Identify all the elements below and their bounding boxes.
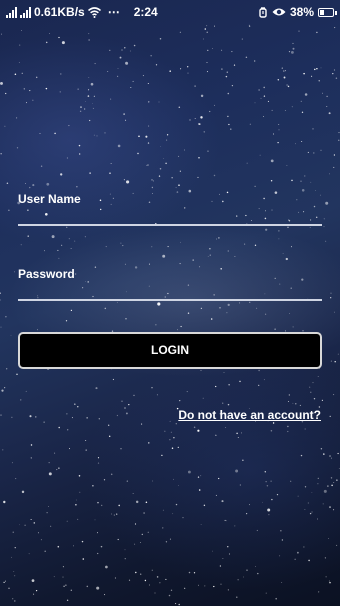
- battery-icon: [318, 7, 337, 17]
- eye-icon: [272, 8, 286, 16]
- password-label: Password: [18, 267, 75, 281]
- login-button[interactable]: LOGIN: [18, 332, 322, 369]
- wifi-icon: [87, 6, 101, 18]
- signal-icon: [20, 6, 31, 18]
- signal-icon: [6, 6, 17, 18]
- username-input[interactable]: [18, 208, 322, 226]
- password-input[interactable]: [18, 283, 322, 301]
- battery-level-fill: [320, 9, 324, 15]
- signup-link[interactable]: Do not have an account?: [178, 408, 321, 422]
- status-bar: 0.61KB/s ⋯ 2:24 38%: [0, 0, 340, 24]
- more-notifications-indicator: ⋯: [107, 5, 121, 19]
- network-speed: 0.61KB/s: [34, 5, 85, 19]
- starry-sky-background: [0, 24, 340, 606]
- status-bar-right: 38%: [258, 5, 337, 19]
- password-field: Password: [18, 267, 322, 301]
- username-field: User Name: [18, 192, 322, 226]
- alarm-icon: [259, 6, 267, 18]
- login-screen: 0.61KB/s ⋯ 2:24 38% User Name Password L…: [0, 0, 340, 606]
- username-label: User Name: [18, 192, 81, 206]
- status-bar-left: 0.61KB/s ⋯ 2:24: [6, 5, 158, 19]
- battery-percent: 38%: [289, 5, 314, 19]
- clock: 2:24: [133, 5, 158, 19]
